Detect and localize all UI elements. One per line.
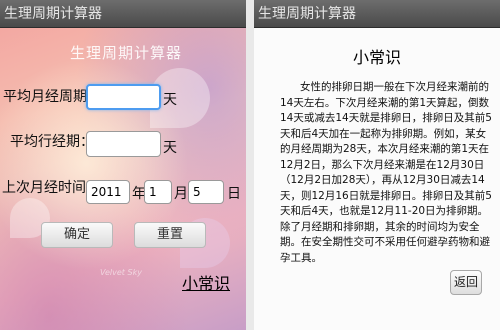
period-unit: 天 xyxy=(163,140,177,156)
cycle-input[interactable] xyxy=(86,84,161,110)
day-input[interactable]: 5 xyxy=(188,180,224,204)
tips-title: 小常识 xyxy=(352,48,401,67)
day-unit: 日 xyxy=(227,186,241,202)
month-unit: 月 xyxy=(174,186,188,202)
background-watermark: Velvet Sky xyxy=(100,268,142,277)
window-titlebar: 生理周期计算器 xyxy=(254,0,500,28)
window-titlebar: 生理周期计算器 xyxy=(0,0,246,28)
reset-button[interactable]: 重置 xyxy=(134,222,206,248)
app-title: 生理周期计算器 xyxy=(70,44,183,62)
confirm-button[interactable]: 确定 xyxy=(41,222,113,248)
tips-screen: 生理周期计算器 小常识 女性的排卵日期一般在下次月经来潮前的14天左右。下次月经… xyxy=(254,0,500,330)
calculator-screen: 生理周期计算器 生理周期计算器 平均月经周期: 天 平均行经期： 天 上次月经时… xyxy=(0,0,246,330)
tips-link[interactable]: 小常识 xyxy=(182,270,230,294)
back-button[interactable]: 返回 xyxy=(450,270,482,295)
tips-text: 女性的排卵日期一般在下次月经来潮前的14天左右。下次月经来潮的第1天算起，倒数1… xyxy=(280,81,492,264)
cycle-unit: 天 xyxy=(163,92,177,108)
cycle-label: 平均月经周期: xyxy=(3,89,92,105)
last-period-label: 上次月经时间: xyxy=(2,180,91,196)
period-label: 平均行经期： xyxy=(10,134,94,150)
period-input[interactable] xyxy=(86,131,161,157)
year-input[interactable]: 2011 xyxy=(86,180,130,204)
tips-body: 女性的排卵日期一般在下次月经来潮前的14天左右。下次月经来潮的第1天算起，倒数1… xyxy=(280,80,496,266)
month-input[interactable]: 1 xyxy=(144,180,172,204)
